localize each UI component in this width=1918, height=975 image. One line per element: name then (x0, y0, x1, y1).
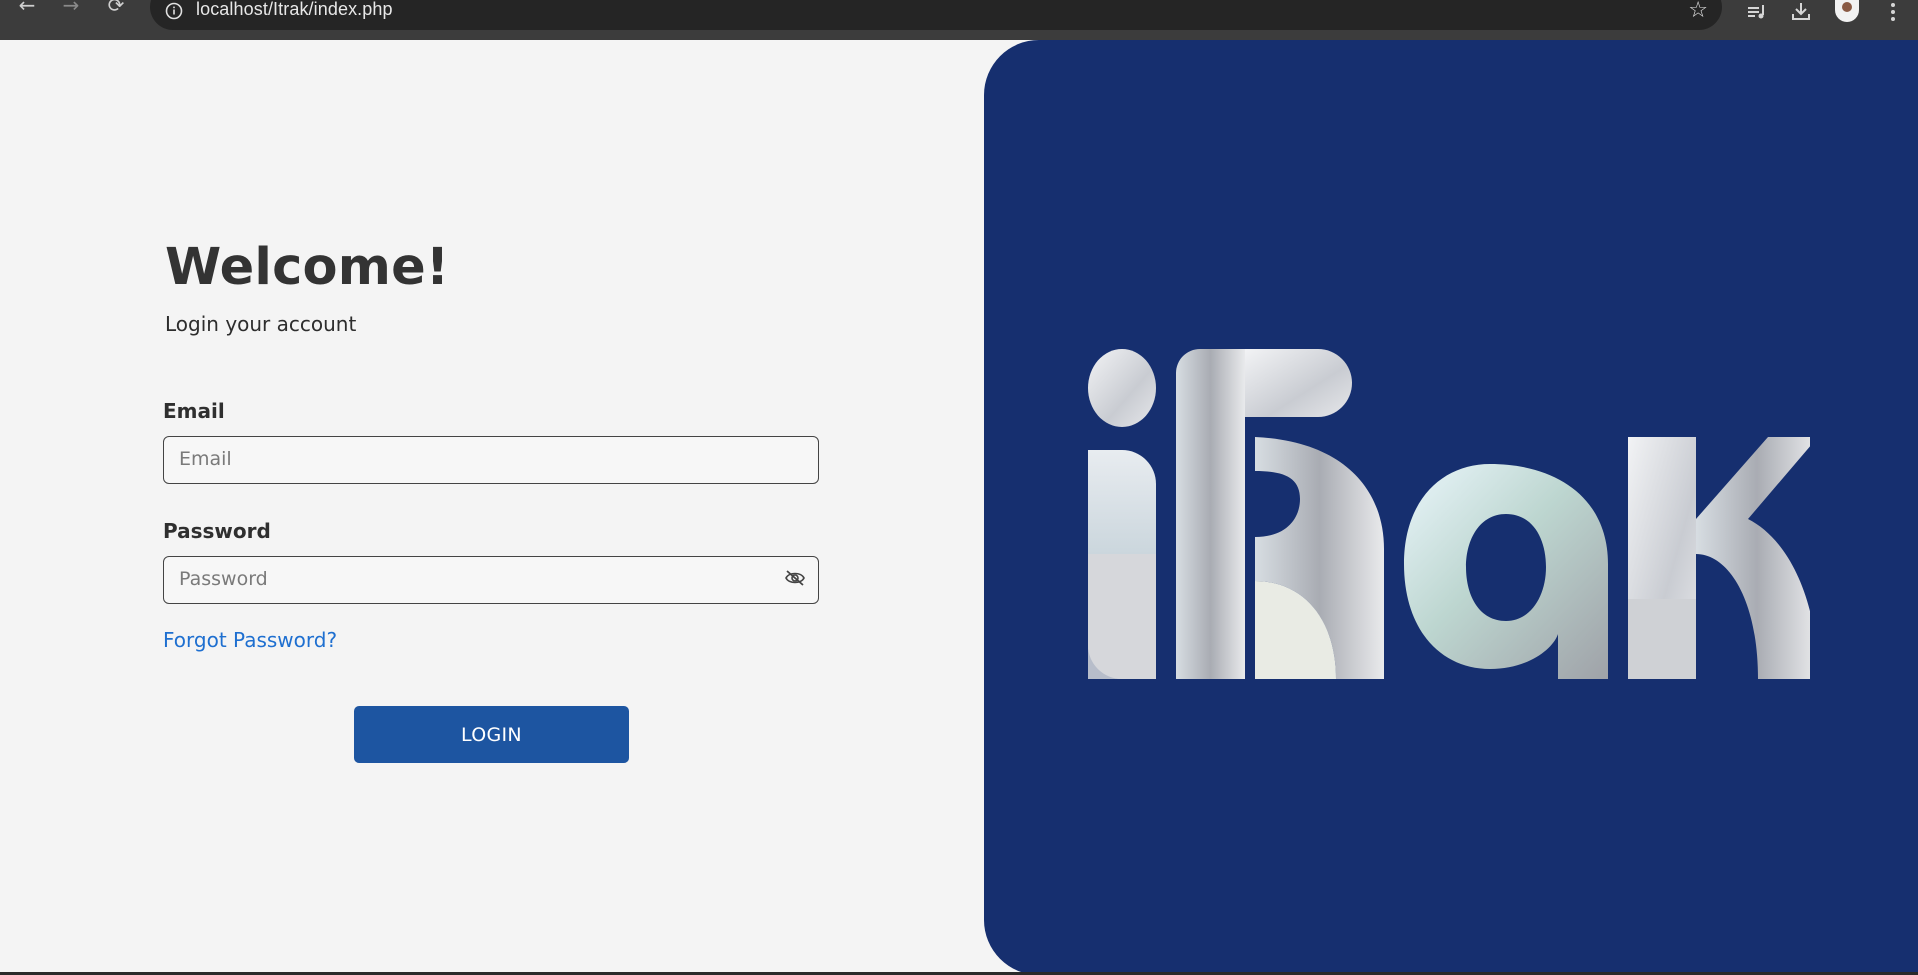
forward-button[interactable]: → (56, 0, 86, 33)
brand-panel (984, 40, 1918, 975)
reload-icon: ⟳ (107, 0, 125, 17)
password-label: Password (163, 519, 271, 543)
page-subtitle: Login your account (165, 312, 357, 336)
password-field-wrapper (163, 556, 819, 604)
email-label: Email (163, 399, 225, 423)
address-bar[interactable]: localhost/Itrak/index.php ☆ (150, 0, 1722, 30)
email-field[interactable] (164, 437, 759, 481)
forgot-password-link[interactable]: Forgot Password? (163, 628, 337, 652)
url-text[interactable]: localhost/Itrak/index.php (196, 0, 393, 20)
site-info-icon[interactable] (163, 0, 185, 22)
back-button[interactable]: ← (12, 0, 42, 33)
profile-avatar[interactable] (1835, 0, 1859, 22)
menu-kebab-icon[interactable] (1880, 0, 1906, 24)
bookmark-star-icon[interactable]: ☆ (1688, 0, 1708, 23)
email-field-wrapper (163, 436, 819, 484)
browser-toolbar: ← → ⟳ localhost/Itrak/index.php ☆ (0, 0, 1918, 40)
arrow-right-icon: → (62, 0, 80, 17)
page-title: Welcome! (165, 238, 450, 297)
login-button[interactable]: LOGIN (354, 706, 629, 763)
reload-button[interactable]: ⟳ (101, 0, 131, 33)
toggle-password-visibility-icon[interactable] (784, 569, 808, 591)
itrak-logo (1088, 349, 1810, 679)
login-form-panel: Welcome! Login your account Email Passwo… (0, 40, 984, 975)
arrow-left-icon: ← (18, 0, 36, 17)
download-icon[interactable] (1788, 0, 1814, 24)
password-field[interactable] (164, 557, 759, 601)
login-page: Welcome! Login your account Email Passwo… (0, 40, 1918, 975)
media-control-icon[interactable] (1744, 0, 1770, 24)
